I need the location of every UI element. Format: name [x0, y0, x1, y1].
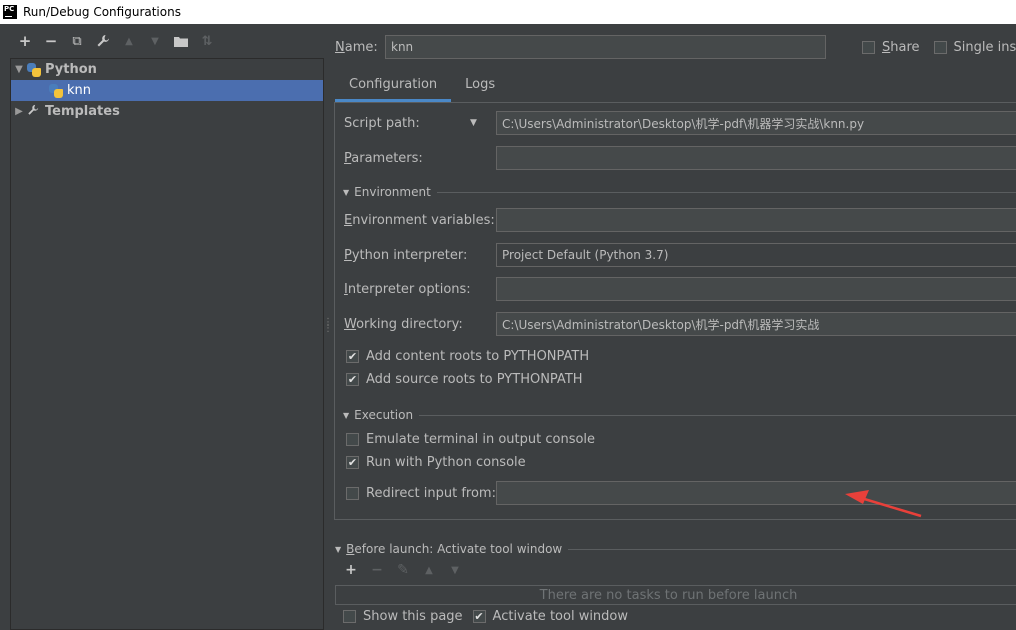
edit-defaults-wrench-icon[interactable] [92, 30, 114, 52]
show-this-page-checkbox[interactable] [343, 610, 356, 623]
tree-node-python[interactable]: ▼ Python [11, 59, 323, 80]
copy-configuration-button[interactable]: ⧉ [66, 30, 88, 52]
before-launch-header[interactable]: ▼ Before launch: Activate tool window [335, 542, 1016, 556]
working-dir-input[interactable]: C:\Users\Administrator\Desktop\机学-pdf\机器… [496, 312, 1016, 336]
before-launch-toolbar: + − ✎ ▲ ▼ [341, 562, 465, 578]
single-instance-checkbox[interactable] [933, 41, 947, 54]
script-type-dropdown-icon[interactable]: ▼ [470, 118, 477, 128]
tree-node-label: knn [67, 83, 92, 98]
name-row: Name: knn [335, 35, 826, 59]
execution-section-header[interactable]: ▼ Execution [343, 408, 1016, 422]
section-divider [568, 548, 1016, 550]
activate-tool-window-checkbox[interactable]: ✔ [472, 610, 486, 623]
remove-configuration-button[interactable]: − [40, 30, 62, 52]
name-input[interactable]: knn [385, 35, 826, 59]
configuration-form: Script path: ▼ C:\Users\Administrator\De… [334, 102, 1016, 520]
move-up-button[interactable]: ▲ [118, 30, 140, 52]
window-title: Run/Debug Configurations [23, 5, 181, 19]
script-path-label: Script path: [344, 115, 420, 131]
emulate-terminal-label: Emulate terminal in output console [366, 432, 596, 447]
section-collapse-icon: ▼ [343, 187, 350, 197]
script-path-input[interactable]: C:\Users\Administrator\Desktop\机学-pdf\机器… [496, 111, 1016, 135]
configurations-tree-panel: + − ⧉ ▲ ▼ ⇅ ▼ Python knn ▶ Templates [0, 24, 325, 630]
interp-options-input[interactable] [496, 277, 1016, 301]
tree-toolbar: + − ⧉ ▲ ▼ ⇅ [0, 24, 325, 58]
section-collapse-icon: ▼ [335, 544, 342, 554]
expand-arrow-icon[interactable]: ▼ [11, 64, 27, 75]
bottom-options: Show this page ✔ Activate tool window [343, 609, 628, 624]
tab-bar: Configuration Logs [335, 72, 509, 102]
run-with-console-row: ✔ Run with Python console [346, 455, 526, 470]
wrench-icon [27, 104, 41, 119]
parameters-input[interactable] [496, 146, 1016, 170]
python-script-icon [49, 83, 63, 98]
tree-node-knn[interactable]: knn [11, 80, 323, 101]
environment-section-header[interactable]: ▼ Environment [343, 185, 1016, 199]
add-content-roots-checkbox[interactable]: ✔ [346, 350, 359, 363]
title-bar: PC Run/Debug Configurations [0, 0, 1016, 24]
env-vars-row: Environment variables: [335, 208, 1016, 232]
move-task-up-button[interactable]: ▲ [419, 565, 439, 576]
redirect-input-label: Redirect input from: [366, 485, 496, 501]
interpreter-select[interactable]: Project Default (Python 3.7) [496, 243, 1016, 267]
tab-configuration[interactable]: Configuration [335, 77, 452, 102]
add-content-roots-label: Add content roots to PYTHONPATH [366, 349, 590, 364]
empty-tasks-text: There are no tasks to run before launch [539, 587, 798, 603]
move-task-down-button[interactable]: ▼ [445, 565, 465, 576]
python-icon [27, 62, 41, 77]
tab-logs[interactable]: Logs [451, 77, 509, 102]
new-folder-icon[interactable] [170, 30, 192, 52]
section-collapse-icon: ▼ [343, 410, 350, 420]
add-source-roots-label: Add source roots to PYTHONPATH [366, 372, 583, 387]
environment-section-label: Environment [354, 185, 431, 199]
show-this-page-label: Show this page [363, 609, 463, 624]
add-configuration-button[interactable]: + [14, 30, 36, 52]
interp-options-label: Interpreter options: [344, 281, 471, 297]
sort-button[interactable]: ⇅ [196, 30, 218, 52]
section-divider [419, 414, 1016, 416]
configurations-tree: ▼ Python knn ▶ Templates [10, 58, 324, 630]
working-dir-row: Working directory: C:\Users\Administrato… [335, 312, 1016, 336]
share-label: Share [882, 40, 920, 55]
script-path-row: Script path: ▼ C:\Users\Administrator\De… [335, 111, 1016, 135]
working-dir-label: Working directory: [344, 316, 463, 332]
tree-node-templates[interactable]: ▶ Templates [11, 101, 323, 122]
tree-node-label: Python [45, 62, 97, 77]
run-with-console-label: Run with Python console [366, 455, 526, 470]
remove-task-button[interactable]: − [367, 562, 387, 578]
before-launch-tasks-list[interactable]: There are no tasks to run before launch [335, 585, 1016, 605]
add-source-roots-checkbox[interactable]: ✔ [346, 373, 359, 386]
interp-options-row: Interpreter options: [335, 277, 1016, 301]
redirect-input-checkbox[interactable] [346, 486, 359, 500]
run-with-console-checkbox[interactable]: ✔ [346, 456, 359, 469]
red-annotation-arrow-icon [845, 490, 922, 518]
collapse-arrow-icon[interactable]: ▶ [11, 106, 27, 117]
configuration-editor: Name: knn Share Single instan Configurat… [329, 24, 1016, 630]
single-instance-label: Single instan [953, 40, 1016, 55]
env-vars-label: Environment variables: [344, 212, 495, 228]
share-options: Share Single instan [862, 40, 1016, 55]
before-launch-label: Before launch: Activate tool window [346, 542, 563, 556]
name-label: Name: [335, 39, 378, 55]
edit-task-button[interactable]: ✎ [393, 562, 413, 578]
emulate-terminal-checkbox[interactable] [346, 433, 359, 446]
add-content-roots-row: ✔ Add content roots to PYTHONPATH [346, 349, 589, 364]
activate-tool-window-label: Activate tool window [492, 609, 629, 624]
parameters-row: Parameters: [335, 146, 1016, 170]
redirect-input-field[interactable] [496, 481, 1016, 505]
interpreter-row: Python interpreter: Project Default (Pyt… [335, 243, 1016, 267]
section-divider [436, 191, 1016, 193]
emulate-terminal-row: Emulate terminal in output console [346, 432, 595, 447]
parameters-label: Parameters: [344, 150, 423, 166]
move-down-button[interactable]: ▼ [144, 30, 166, 52]
interpreter-label: Python interpreter: [344, 247, 468, 263]
redirect-input-check-group: Redirect input from: [346, 486, 496, 501]
execution-section-label: Execution [354, 408, 414, 422]
tree-node-label: Templates [45, 104, 120, 119]
pycharm-logo-icon: PC [3, 5, 17, 19]
share-checkbox[interactable] [862, 41, 875, 54]
add-task-button[interactable]: + [341, 562, 361, 578]
env-vars-input[interactable] [496, 208, 1016, 232]
add-source-roots-row: ✔ Add source roots to PYTHONPATH [346, 372, 583, 387]
